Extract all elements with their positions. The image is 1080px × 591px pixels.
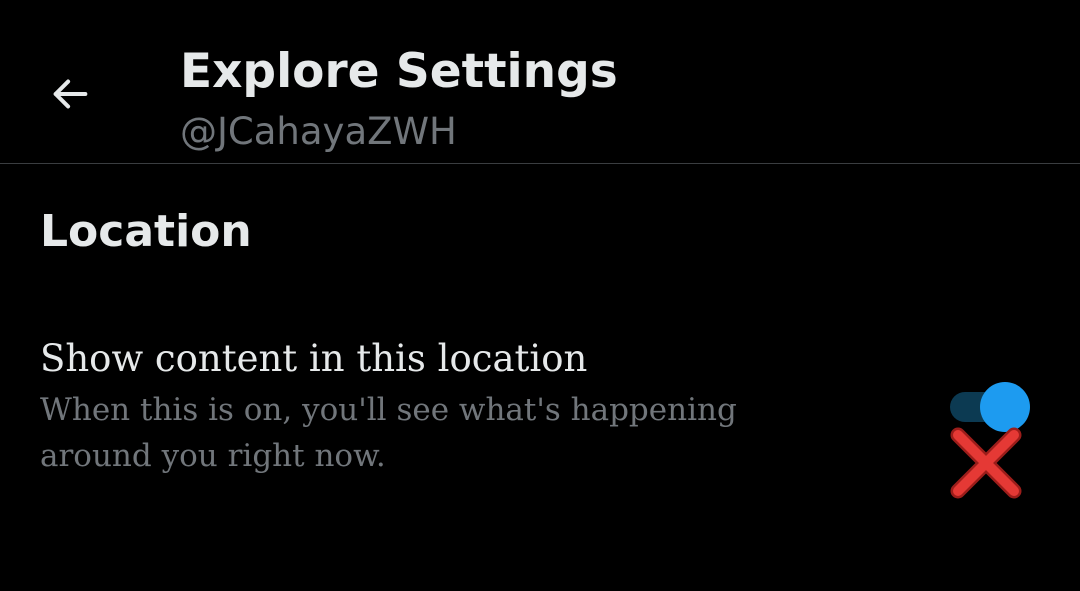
back-button[interactable] xyxy=(36,60,104,128)
page-title: Explore Settings xyxy=(180,44,618,99)
account-handle: @JCahayaZWH xyxy=(180,110,457,153)
arrow-left-icon xyxy=(53,79,88,109)
location-toggle-switch[interactable] xyxy=(948,382,1032,432)
red-cross-mark-icon xyxy=(950,427,1022,499)
setting-label: Show content in this location xyxy=(40,337,588,380)
top-app-bar: Explore Settings @JCahayaZWH xyxy=(0,0,1080,164)
setting-description: When this is on, you'll see what's happe… xyxy=(40,392,737,474)
setting-show-content-in-location[interactable]: Show content in this location When this … xyxy=(0,325,1080,495)
section-heading-location: Location xyxy=(40,206,252,257)
